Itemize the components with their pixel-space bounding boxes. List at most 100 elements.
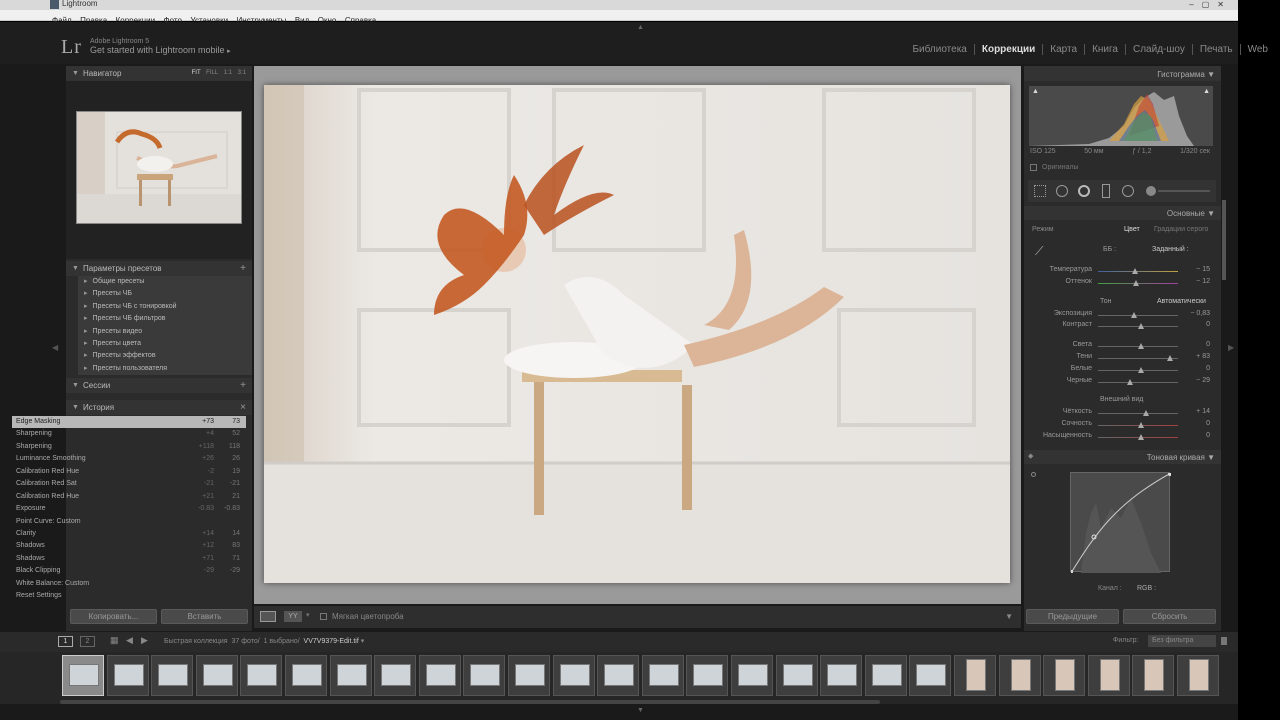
right-panel-toggle-icon[interactable]: ▶: [1228, 343, 1234, 352]
originals-checkbox[interactable]: [1030, 164, 1037, 171]
history-row[interactable]: Black Clipping -29 -29: [12, 565, 246, 577]
history-header[interactable]: ▼ История ×: [66, 400, 252, 415]
clarity-slider[interactable]: Чёткость + 14: [1030, 408, 1210, 419]
slider-knob[interactable]: [1138, 323, 1144, 329]
filter-select[interactable]: Без фильтра: [1148, 635, 1216, 647]
preset-folder[interactable]: Пресеты видео: [78, 326, 252, 338]
history-row[interactable]: Shadows +12 83: [12, 540, 246, 552]
red-eye-icon[interactable]: [1078, 185, 1090, 197]
highlight-clip-icon[interactable]: ▲: [1203, 88, 1210, 95]
zoom-fit[interactable]: FIT: [192, 70, 201, 76]
before-after-icon[interactable]: YY: [284, 611, 302, 622]
lock-icon[interactable]: [1221, 637, 1227, 645]
left-panel-toggle-icon[interactable]: ◀: [52, 343, 58, 352]
toolbar-menu-icon[interactable]: ▼: [1005, 612, 1013, 621]
slider-knob[interactable]: [1133, 280, 1139, 286]
basic-header[interactable]: Основные ▼: [1024, 206, 1221, 220]
module-web[interactable]: Web: [1241, 44, 1268, 55]
tone-curve-graph[interactable]: [1069, 472, 1172, 574]
history-row[interactable]: Luminance Smoothing +26 26: [12, 453, 246, 465]
mobile-link[interactable]: Get started with Lightroom mobile ▸: [90, 45, 231, 55]
top-panel-toggle-icon[interactable]: ▲: [637, 24, 644, 31]
blacks-slider[interactable]: Черные − 29: [1030, 377, 1210, 388]
filmstrip-thumbnail[interactable]: [285, 655, 327, 696]
preset-folder[interactable]: Пресеты эффектов: [78, 350, 252, 362]
history-row[interactable]: Exposure -0.83 -0.83: [12, 503, 246, 515]
shadows-slider[interactable]: Тени + 83: [1030, 353, 1210, 364]
presets-header[interactable]: ▼ Параметры пресетов +: [66, 261, 252, 276]
whites-slider[interactable]: Белые 0: [1030, 365, 1210, 376]
contrast-slider[interactable]: Контраст 0: [1030, 321, 1210, 332]
module-slideshow[interactable]: Слайд-шоу: [1126, 44, 1193, 55]
add-session-icon[interactable]: +: [240, 378, 246, 393]
history-row[interactable]: Reset Settings: [12, 590, 246, 602]
right-panel-scrollbar[interactable]: [1222, 200, 1226, 280]
histogram-chart[interactable]: ▲ ▲: [1029, 86, 1213, 146]
histogram-header[interactable]: Гистограмма ▼: [1024, 66, 1221, 81]
filmstrip-thumbnail[interactable]: [1177, 655, 1219, 696]
slider-knob[interactable]: [1132, 268, 1138, 274]
filmstrip-thumbnail[interactable]: [329, 655, 372, 696]
slider-knob[interactable]: [1167, 355, 1173, 361]
crop-icon[interactable]: [1034, 185, 1046, 197]
temperature-slider[interactable]: Температура − 15: [1030, 266, 1210, 277]
history-row[interactable]: Sharpening +118 118: [12, 441, 246, 453]
slider-knob[interactable]: [1138, 434, 1144, 440]
filmstrip-thumbnail[interactable]: [508, 655, 550, 696]
filmstrip-thumbnail[interactable]: [1132, 655, 1175, 696]
monitor-1-button[interactable]: 1: [58, 636, 73, 647]
preset-folder[interactable]: Общие пресеты: [78, 276, 252, 288]
history-row[interactable]: Sharpening +4 52: [12, 428, 246, 440]
history-row[interactable]: Shadows +71 71: [12, 553, 246, 565]
channel-select[interactable]: RGB :: [1137, 585, 1156, 592]
slider-knob[interactable]: [1143, 410, 1149, 416]
previous-button[interactable]: Предыдущие: [1026, 609, 1119, 624]
radial-filter-icon[interactable]: [1122, 185, 1134, 197]
window-controls[interactable]: –▢✕: [1189, 0, 1232, 9]
module-map[interactable]: Карта: [1043, 44, 1086, 55]
auto-tone-button[interactable]: Автоматически: [1157, 298, 1206, 305]
tint-slider[interactable]: Оттенок − 12: [1030, 278, 1210, 289]
filmstrip-thumbnail[interactable]: [151, 655, 194, 696]
module-develop[interactable]: Коррекции: [975, 44, 1044, 55]
filmstrip-thumbnail[interactable]: [62, 655, 104, 696]
preset-folder[interactable]: Пресеты ЧБ: [78, 288, 252, 300]
color-toggle[interactable]: Цвет: [1124, 226, 1140, 233]
wb-select[interactable]: Заданный :: [1152, 246, 1189, 253]
grid-icon[interactable]: ▦: [110, 635, 119, 646]
filmstrip-thumbnail[interactable]: [909, 655, 952, 696]
history-row[interactable]: Calibration Red Hue -2 19: [12, 466, 246, 478]
graduated-filter-icon[interactable]: [1102, 184, 1110, 198]
forward-icon[interactable]: ▶: [141, 635, 148, 646]
filmstrip-thumbnail[interactable]: [1087, 655, 1130, 696]
preset-folder[interactable]: Пресеты ЧБ фильтров: [78, 313, 252, 325]
loupe-view-icon[interactable]: [260, 611, 276, 622]
tool-slider-track[interactable]: [1158, 190, 1210, 192]
filmstrip-thumbnail[interactable]: [418, 655, 461, 696]
preset-folder[interactable]: Пресеты цвета: [78, 338, 252, 350]
bottom-panel-toggle-icon[interactable]: ▼: [637, 707, 644, 714]
main-photo[interactable]: [264, 85, 1010, 583]
slider-knob[interactable]: [1127, 379, 1133, 385]
filmstrip-scrollbar[interactable]: [60, 700, 880, 704]
filmstrip-thumbnail[interactable]: [954, 655, 996, 696]
filmstrip-thumbnail[interactable]: [641, 655, 684, 696]
filmstrip-thumbnail[interactable]: [864, 655, 907, 696]
history-row[interactable]: Calibration Red Sat -21 -21: [12, 478, 246, 490]
zoom-3-1[interactable]: 3:1: [238, 70, 246, 76]
vibrance-slider[interactable]: Сочность 0: [1030, 420, 1210, 431]
filmstrip-source[interactable]: Быстрая коллекция 37 фото/ 1 выбрано/ VV…: [164, 637, 364, 645]
highlights-slider[interactable]: Света 0: [1030, 341, 1210, 352]
filmstrip-thumbnail[interactable]: [552, 655, 595, 696]
filmstrip-thumbnail[interactable]: [463, 655, 506, 696]
slider-knob[interactable]: [1138, 422, 1144, 428]
filmstrip-thumbnail[interactable]: [775, 655, 818, 696]
history-row[interactable]: Calibration Red Hue +21 21: [12, 491, 246, 503]
filmstrip-thumbnail[interactable]: [998, 655, 1041, 696]
preset-folder[interactable]: Пресеты ЧБ с тонировкой: [78, 301, 252, 313]
slider-knob[interactable]: [1138, 367, 1144, 373]
filmstrip-thumbnail[interactable]: [106, 655, 149, 696]
filmstrip-thumbnail[interactable]: [820, 655, 863, 696]
copy-button[interactable]: Копировать...: [70, 609, 157, 624]
back-icon[interactable]: ◀: [126, 635, 133, 646]
